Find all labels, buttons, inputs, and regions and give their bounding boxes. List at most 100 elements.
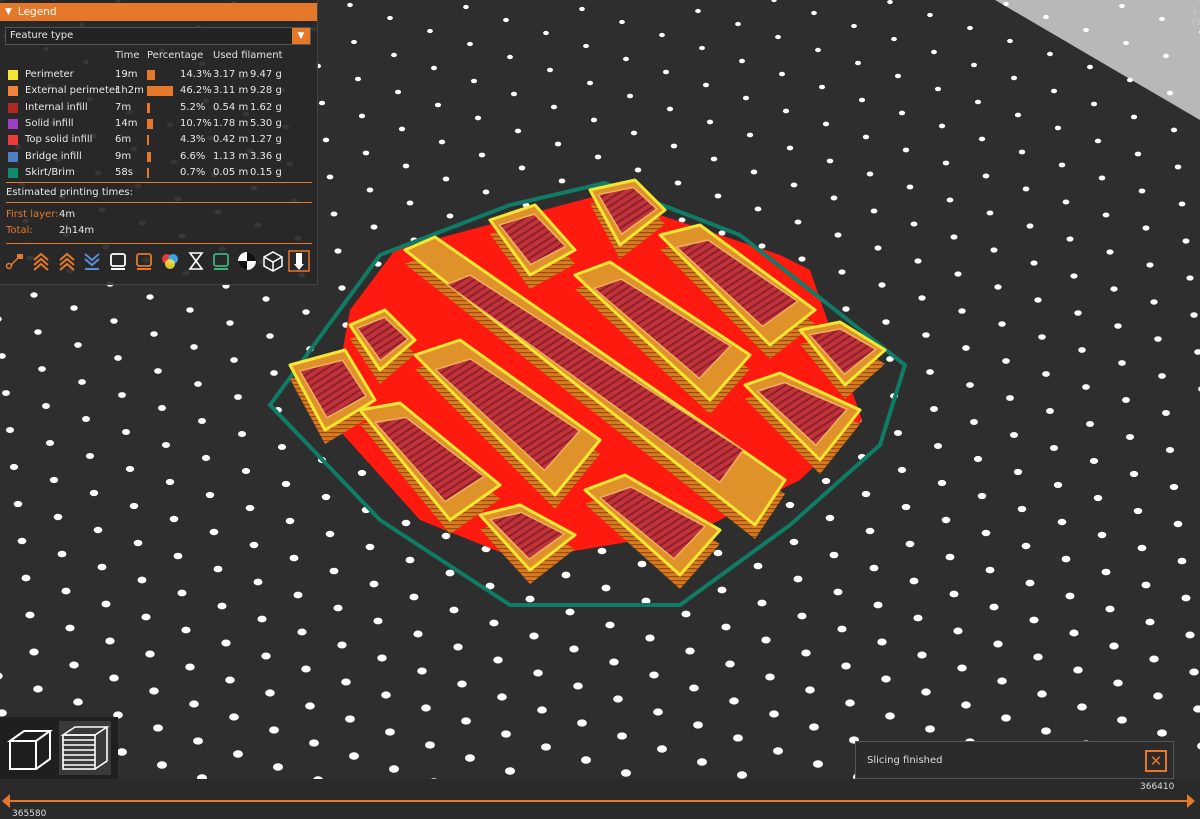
bed-dot bbox=[1083, 28, 1089, 32]
bed-dot bbox=[286, 518, 295, 524]
bed-dot bbox=[431, 66, 437, 70]
chevron-down-icon[interactable]: ▼ bbox=[292, 28, 310, 44]
preview-layers-icon[interactable] bbox=[59, 721, 111, 775]
bed-dot bbox=[1118, 360, 1126, 366]
bed-dot bbox=[90, 490, 98, 496]
bed-dot bbox=[1078, 347, 1086, 353]
legend-row[interactable]: External perimeter1h2m46.2%3.11 m9.28 g bbox=[0, 84, 317, 98]
bed-dot bbox=[1159, 17, 1165, 21]
3d-view-icon[interactable] bbox=[4, 721, 56, 775]
percentage-bar bbox=[147, 168, 149, 178]
seams-icon[interactable] bbox=[107, 250, 129, 272]
slider-track[interactable] bbox=[8, 800, 1192, 802]
bed-dot bbox=[323, 138, 329, 143]
retractions-icon[interactable] bbox=[56, 250, 78, 272]
bed-dot bbox=[982, 530, 991, 536]
center-of-gravity-icon[interactable] bbox=[236, 250, 258, 272]
slider-left-thumb[interactable] bbox=[2, 794, 10, 808]
bed-dot bbox=[1033, 654, 1042, 661]
travel-icon[interactable] bbox=[4, 250, 26, 272]
bed-dot bbox=[1106, 249, 1113, 254]
moves-slider[interactable]: 366410 365580 bbox=[0, 779, 1200, 818]
bed-dot bbox=[193, 737, 203, 744]
close-icon[interactable]: ✕ bbox=[1145, 750, 1167, 772]
bed-dot bbox=[565, 609, 574, 616]
bed-dot bbox=[1022, 543, 1031, 550]
bed-dot bbox=[823, 122, 829, 127]
bed-dot bbox=[475, 116, 481, 121]
shells-icon[interactable] bbox=[262, 250, 284, 272]
bed-dot bbox=[359, 114, 365, 119]
bed-dot bbox=[33, 685, 43, 692]
bed-dot bbox=[827, 159, 834, 164]
bed-dot bbox=[65, 625, 74, 632]
bed-dot bbox=[721, 624, 730, 631]
bed-dot bbox=[1086, 421, 1094, 427]
view-type-select[interactable]: Feature type ▼ bbox=[5, 27, 311, 45]
color-swatch bbox=[8, 70, 18, 80]
slider-right-thumb[interactable] bbox=[1187, 794, 1195, 808]
bed-dot bbox=[146, 294, 153, 299]
collapse-triangle-icon[interactable]: ▼ bbox=[5, 7, 12, 17]
bed-dot bbox=[998, 321, 1005, 327]
legend-row[interactable]: Perimeter19m14.3%3.17 m9.47 g bbox=[0, 68, 317, 82]
feature-length: 3.17 m bbox=[213, 69, 248, 80]
bed-dot bbox=[1007, 39, 1013, 43]
bed-dot bbox=[1138, 545, 1147, 552]
pause-prints-icon[interactable] bbox=[185, 250, 207, 272]
bed-dot bbox=[862, 491, 870, 497]
bed-dot bbox=[649, 671, 658, 678]
bed-dot bbox=[833, 589, 842, 596]
legend-row[interactable]: Skirt/Brim58s0.7%0.05 m0.15 g bbox=[0, 166, 317, 180]
bed-dot bbox=[1126, 434, 1134, 440]
bed-dot bbox=[541, 743, 551, 750]
tool-marker-icon[interactable] bbox=[288, 250, 310, 272]
legend-header[interactable]: ▼ Legend bbox=[0, 3, 317, 21]
bed-dot bbox=[675, 181, 682, 186]
bed-dot bbox=[114, 355, 122, 361]
notification-box: Slicing finished ✕ bbox=[855, 741, 1174, 779]
bed-dot bbox=[1046, 408, 1054, 414]
bed-dot bbox=[74, 342, 82, 348]
bed-dot bbox=[1059, 163, 1066, 168]
legend-row[interactable]: Solid infill14m10.7%1.78 m5.30 g bbox=[0, 117, 317, 131]
bed-dot bbox=[407, 200, 414, 205]
bed-dot bbox=[1183, 238, 1190, 243]
header-used-filament: Used filament bbox=[213, 50, 283, 61]
bed-dot bbox=[463, 5, 469, 9]
bed-dot bbox=[233, 750, 243, 757]
bed-dot bbox=[719, 230, 726, 235]
bed-dot bbox=[134, 540, 143, 546]
wipe-icon[interactable] bbox=[30, 250, 52, 272]
feature-time: 14m bbox=[115, 118, 137, 129]
bed-dot bbox=[149, 687, 159, 694]
bed-dot bbox=[1027, 223, 1034, 228]
bed-dot bbox=[595, 155, 601, 160]
bed-dot bbox=[902, 504, 911, 510]
color-swatch bbox=[8, 135, 18, 145]
bed-dot bbox=[831, 195, 838, 200]
legend-row[interactable]: Top solid infill6m4.3%0.42 m1.27 g bbox=[0, 133, 317, 147]
bed-dot bbox=[663, 70, 669, 74]
legend-row[interactable]: Internal infill7m5.2%0.54 m1.62 g bbox=[0, 101, 317, 115]
bed-dot bbox=[483, 190, 490, 195]
bed-dot bbox=[158, 405, 166, 411]
deretractions-icon[interactable] bbox=[81, 250, 103, 272]
notification-text: Slicing finished bbox=[867, 755, 943, 766]
bed-dot bbox=[10, 464, 18, 470]
feature-weight: 3.36 g bbox=[250, 151, 282, 162]
bed-dot bbox=[409, 594, 418, 601]
bed-dot bbox=[118, 392, 126, 398]
tool-changes-icon[interactable] bbox=[133, 250, 155, 272]
bed-dot bbox=[958, 308, 965, 313]
bed-dot bbox=[217, 603, 226, 610]
color-changes-icon[interactable] bbox=[159, 250, 181, 272]
bed-dot bbox=[1010, 432, 1018, 438]
bed-dot bbox=[1055, 126, 1061, 131]
bed-dot bbox=[501, 730, 511, 737]
bed-dot bbox=[186, 307, 193, 312]
legend-row[interactable]: Bridge infill9m6.6%1.13 m3.36 g bbox=[0, 150, 317, 164]
bed-dot bbox=[257, 616, 266, 623]
bed-dot bbox=[503, 18, 509, 22]
custom-gcodes-icon[interactable] bbox=[210, 250, 232, 272]
